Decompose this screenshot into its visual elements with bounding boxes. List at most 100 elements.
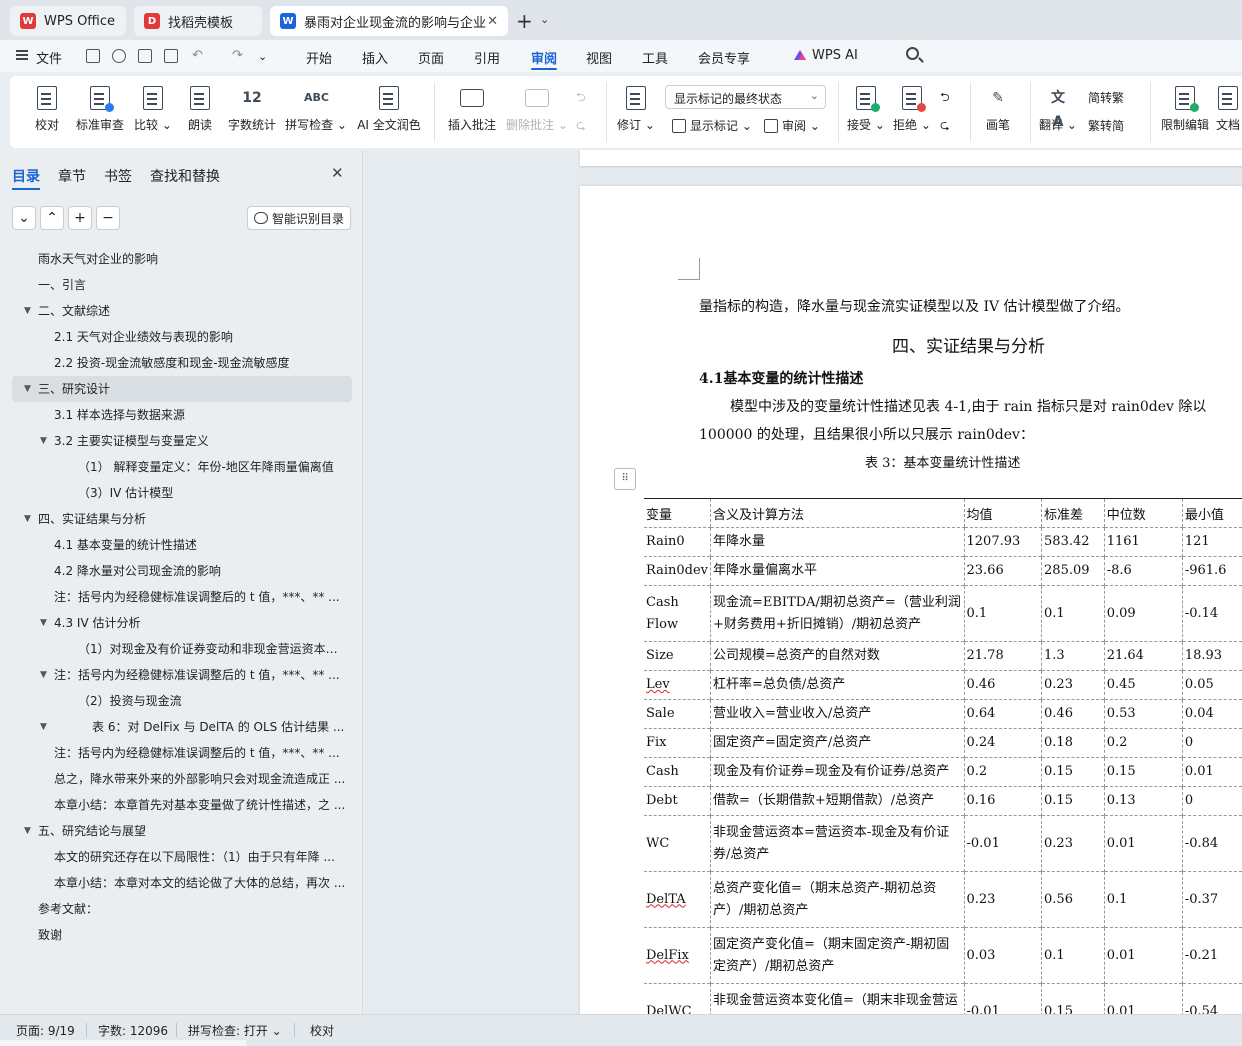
standard-review-button[interactable]: 标准审查 bbox=[72, 76, 128, 148]
print-preview-icon[interactable] bbox=[164, 49, 178, 63]
revise-button[interactable]: 修订 ⌄ bbox=[616, 76, 656, 148]
previous-change-icon[interactable]: ⮌ bbox=[940, 88, 950, 109]
new-tab-icon[interactable]: + bbox=[516, 9, 533, 33]
spell-check-button[interactable]: ABC 拼写检查 ⌄ bbox=[285, 76, 347, 148]
show-markup-button[interactable]: 显示标记 ⌄ bbox=[672, 117, 752, 134]
toc-item[interactable]: ▼ 四、实证结果与分析 bbox=[12, 506, 352, 532]
read-aloud-button[interactable]: 朗读 bbox=[182, 76, 218, 148]
word-count-indicator[interactable]: 字数: 12096 bbox=[98, 1022, 168, 1039]
toc-item[interactable]: 注：括号内为经稳健标准误调整后的 t 值，***、** ... bbox=[12, 740, 352, 766]
toc-item[interactable]: ▼ 二、文献综述 bbox=[12, 298, 352, 324]
toc-item[interactable]: ▼ 三、研究设计 bbox=[12, 376, 352, 402]
spell-check-status[interactable]: 拼写检查: 打开 ⌄ bbox=[188, 1022, 282, 1039]
toc-item[interactable]: 本章小结：本章对本文的结论做了大体的总结，再次 ... bbox=[12, 870, 352, 896]
restrict-edit-button[interactable]: 限制编辑 bbox=[1158, 76, 1212, 148]
menu-review[interactable]: 审阅 bbox=[531, 48, 557, 67]
toc-item[interactable]: （1）对现金及有价证券变动和非现金营运资本变 ... bbox=[12, 636, 352, 662]
expand-toggle-icon[interactable]: ▼ bbox=[24, 818, 31, 844]
doc-permission-button[interactable]: 文档 bbox=[1216, 76, 1242, 148]
delete-comment-button[interactable]: 删除批注 ⌄ bbox=[506, 76, 568, 148]
to-simplified-button[interactable]: 繁转简 bbox=[1088, 117, 1124, 134]
close-pane-icon[interactable]: ✕ bbox=[331, 164, 344, 182]
toc-item[interactable]: ▼ 五、研究结论与展望 bbox=[12, 818, 352, 844]
menu-wps-ai[interactable]: WPS AI bbox=[812, 48, 858, 63]
toc-item[interactable]: 总之，降水带来外来的外部影响只会对现金流造成正 ... bbox=[12, 766, 352, 792]
toc-item[interactable]: 本章小结：本章首先对基本变量做了统计性描述，之 ... bbox=[12, 792, 352, 818]
smart-toc-button[interactable]: 智能识别目录 bbox=[247, 206, 351, 230]
translate-button[interactable]: 文A 翻译 ⌄ bbox=[1038, 76, 1078, 148]
toc-item[interactable]: ▼ 4.3 IV 估计分析 bbox=[12, 610, 352, 636]
toc-item[interactable]: （3）IV 估计模型 bbox=[12, 480, 352, 506]
toc-item[interactable]: ▼ 注：括号内为经稳健标准误调整后的 t 值，***、** ... bbox=[12, 662, 352, 688]
collapse-button[interactable]: ⌄ bbox=[12, 206, 36, 230]
expand-toggle-icon[interactable]: ▼ bbox=[24, 376, 31, 402]
toc-item[interactable]: 参考文献： bbox=[12, 896, 352, 922]
accept-button[interactable]: 接受 ⌄ bbox=[846, 76, 886, 148]
redo-icon[interactable]: ↷ bbox=[232, 48, 243, 63]
tab-docer-templates[interactable]: D 找稻壳模板 bbox=[134, 6, 262, 36]
undo-icon[interactable]: ↶ bbox=[192, 48, 203, 63]
toc-item[interactable]: （1） 解释变量定义：年份-地区年降雨量偏离值 bbox=[12, 454, 352, 480]
page-indicator[interactable]: 页面: 9/19 bbox=[16, 1022, 75, 1039]
export-icon[interactable] bbox=[112, 49, 126, 63]
to-traditional-button[interactable]: 简转繁 bbox=[1088, 89, 1124, 106]
proofread-button[interactable]: 校对 bbox=[28, 76, 66, 148]
menu-view[interactable]: 视图 bbox=[586, 48, 612, 67]
remove-heading-button[interactable]: − bbox=[96, 206, 120, 230]
insert-comment-button[interactable]: 插入批注 bbox=[446, 76, 498, 148]
proofread-status[interactable]: 校对 bbox=[310, 1022, 334, 1039]
tab-toc[interactable]: 目录 bbox=[12, 166, 40, 186]
expand-toggle-icon[interactable]: ▼ bbox=[40, 610, 47, 636]
more-quick-icon[interactable]: ⌄ bbox=[258, 50, 267, 63]
add-heading-button[interactable]: + bbox=[68, 206, 92, 230]
markup-display-select[interactable]: 显示标记的最终状态 ⌄ bbox=[665, 85, 826, 109]
previous-comment-icon[interactable]: ⮌ bbox=[576, 88, 586, 109]
menu-insert[interactable]: 插入 bbox=[362, 48, 388, 67]
expand-toggle-icon[interactable]: ▼ bbox=[40, 662, 47, 688]
reject-button[interactable]: 拒绝 ⌄ bbox=[892, 76, 932, 148]
expand-up-button[interactable]: ⌃ bbox=[40, 206, 64, 230]
tab-wps-office[interactable]: W WPS Office bbox=[10, 6, 126, 36]
search-icon[interactable] bbox=[906, 47, 919, 60]
menu-home[interactable]: 开始 bbox=[306, 48, 332, 67]
compare-button[interactable]: 比较 ⌄ bbox=[132, 76, 174, 148]
ai-polish-button[interactable]: AI 全文润色 bbox=[356, 76, 422, 148]
toc-item[interactable]: 本文的研究还存在以下局限性：（1）由于只有年降 ... bbox=[12, 844, 352, 870]
toc-item[interactable]: 4.1 基本变量的统计性描述 bbox=[12, 532, 352, 558]
pen-button[interactable]: ✎ 画笔 bbox=[980, 76, 1016, 148]
review-pane-button[interactable]: 审阅 ⌄ bbox=[764, 117, 820, 134]
toc-item[interactable]: 致谢 bbox=[12, 922, 352, 948]
toc-item[interactable]: 2.2 投资-现金流敏感度和现金-现金流敏感度 bbox=[12, 350, 352, 376]
save-icon[interactable] bbox=[86, 49, 100, 63]
next-comment-icon[interactable]: ⮎ bbox=[576, 116, 586, 137]
tab-current-document[interactable]: W 暴雨对企业现金流的影响与企业 ✕ bbox=[270, 6, 508, 36]
menu-file[interactable]: 文件 bbox=[36, 48, 62, 67]
print-icon[interactable] bbox=[138, 49, 152, 63]
toc-item[interactable]: 雨水天气对企业的影响 bbox=[12, 246, 352, 272]
word-count-button[interactable]: 12 字数统计 bbox=[224, 76, 280, 148]
expand-toggle-icon[interactable]: ▼ bbox=[40, 714, 47, 740]
close-tab-icon[interactable]: ✕ bbox=[487, 14, 498, 29]
menu-tools[interactable]: 工具 bbox=[642, 48, 668, 67]
toc-item[interactable]: ▼ 3.2 主要实证模型与变量定义 bbox=[12, 428, 352, 454]
toc-item[interactable]: 3.1 样本选择与数据来源 bbox=[12, 402, 352, 428]
toc-item[interactable]: 4.2 降水量对公司现金流的影响 bbox=[12, 558, 352, 584]
expand-toggle-icon[interactable]: ▼ bbox=[24, 298, 31, 324]
table-cell-text: 0.46 bbox=[1044, 706, 1073, 721]
menu-references[interactable]: 引用 bbox=[474, 48, 500, 67]
tab-bookmarks[interactable]: 书签 bbox=[104, 166, 132, 186]
menu-member[interactable]: 会员专享 bbox=[698, 48, 750, 67]
toc-item[interactable]: 一、引言 bbox=[12, 272, 352, 298]
expand-toggle-icon[interactable]: ▼ bbox=[24, 506, 31, 532]
next-change-icon[interactable]: ⮎ bbox=[940, 116, 950, 137]
toc-item[interactable]: （2）投资与现金流 bbox=[12, 688, 352, 714]
tab-chapters[interactable]: 章节 bbox=[58, 166, 86, 186]
toc-item[interactable]: ▼ 表 6：对 DelFix 与 DelTA 的 OLS 估计结果 ... bbox=[12, 714, 352, 740]
toc-item[interactable]: 2.1 天气对企业绩效与表现的影响 bbox=[12, 324, 352, 350]
chevron-down-icon[interactable]: ⌄ bbox=[540, 13, 549, 26]
expand-toggle-icon[interactable]: ▼ bbox=[40, 428, 47, 454]
menu-icon[interactable] bbox=[16, 50, 28, 60]
menu-page[interactable]: 页面 bbox=[418, 48, 444, 67]
tab-find-replace[interactable]: 查找和替换 bbox=[150, 166, 220, 186]
toc-item[interactable]: 注：括号内为经稳健标准误调整后的 t 值，***、** ... bbox=[12, 584, 352, 610]
